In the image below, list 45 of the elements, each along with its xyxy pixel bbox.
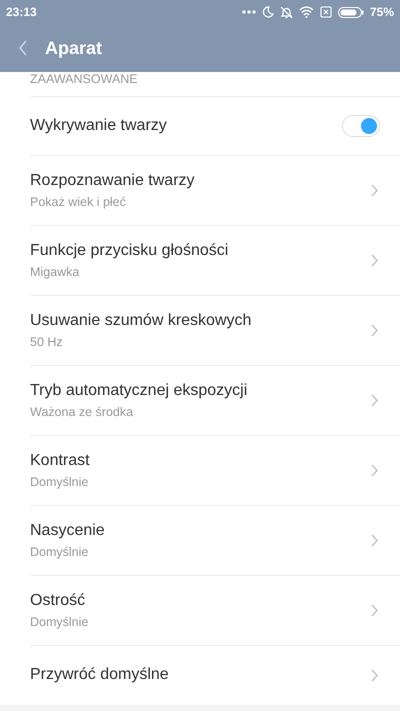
battery-icon bbox=[338, 6, 364, 18]
settings-row[interactable]: Kontrast Domyślnie bbox=[30, 436, 400, 506]
row-title: Usuwanie szumów kreskowych bbox=[30, 312, 252, 330]
row-title: Funkcje przycisku głośności bbox=[30, 242, 228, 260]
toggle-switch[interactable] bbox=[342, 115, 380, 137]
wifi-icon bbox=[298, 6, 314, 18]
row-subtitle: Domyślnie bbox=[30, 615, 88, 629]
more-dots-icon bbox=[242, 10, 256, 14]
row-subtitle: Pokaż wiek i płeć bbox=[30, 195, 127, 209]
chevron-icon bbox=[371, 324, 378, 337]
row-title: Rozpoznawanie twarzy bbox=[30, 172, 195, 190]
row-subtitle: Migawka bbox=[30, 265, 80, 279]
settings-row[interactable]: Usuwanie szumów kreskowych 50 Hz bbox=[30, 296, 400, 366]
row-title: Tryb automatycznej ekspozycji bbox=[30, 382, 248, 400]
row-subtitle: 50 Hz bbox=[30, 335, 64, 349]
row-title: Kontrast bbox=[30, 452, 90, 470]
row-subtitle: Domyślnie bbox=[30, 475, 90, 489]
back-icon[interactable] bbox=[18, 40, 28, 56]
settings-row[interactable]: Rozpoznawanie twarzy Pokaż wiek i płeć bbox=[30, 156, 400, 226]
chevron-icon bbox=[371, 604, 378, 617]
settings-row[interactable]: Wykrywanie twarzy bbox=[30, 97, 400, 156]
battery-percent: 75% bbox=[370, 5, 394, 19]
section-header: ZAAWANSOWANE bbox=[30, 72, 400, 97]
settings-row[interactable]: Przywróć domyślne bbox=[30, 646, 400, 704]
settings-row[interactable]: Ostrość Domyślnie bbox=[30, 576, 400, 646]
chevron-icon bbox=[371, 394, 378, 407]
alarm-off-icon bbox=[280, 6, 293, 18]
chevron-icon bbox=[371, 184, 378, 197]
screen-title: Aparat bbox=[45, 38, 102, 58]
row-title: Przywróć domyślne bbox=[30, 666, 169, 684]
chevron-icon bbox=[371, 668, 378, 682]
chevron-icon bbox=[371, 464, 378, 477]
row-subtitle: Domyślnie bbox=[30, 545, 90, 559]
status-time: 23:13 bbox=[6, 5, 37, 19]
row-title: Ostrość bbox=[30, 592, 86, 610]
row-title: Nasycenie bbox=[30, 522, 105, 540]
settings-row[interactable]: Tryb automatycznej ekspozycji Ważona ze środka bbox=[30, 366, 400, 436]
row-subtitle: Ważona ze środka bbox=[30, 405, 134, 419]
chevron-icon bbox=[371, 534, 378, 547]
row-title: Wykrywanie twarzy bbox=[30, 117, 167, 135]
settings-row[interactable]: Funkcje przycisku głośności Migawka bbox=[30, 226, 400, 296]
sim-off-icon bbox=[320, 6, 332, 18]
settings-row[interactable]: Nasycenie Domyślnie bbox=[30, 506, 400, 576]
moon-icon bbox=[262, 6, 274, 18]
chevron-icon bbox=[371, 254, 378, 267]
